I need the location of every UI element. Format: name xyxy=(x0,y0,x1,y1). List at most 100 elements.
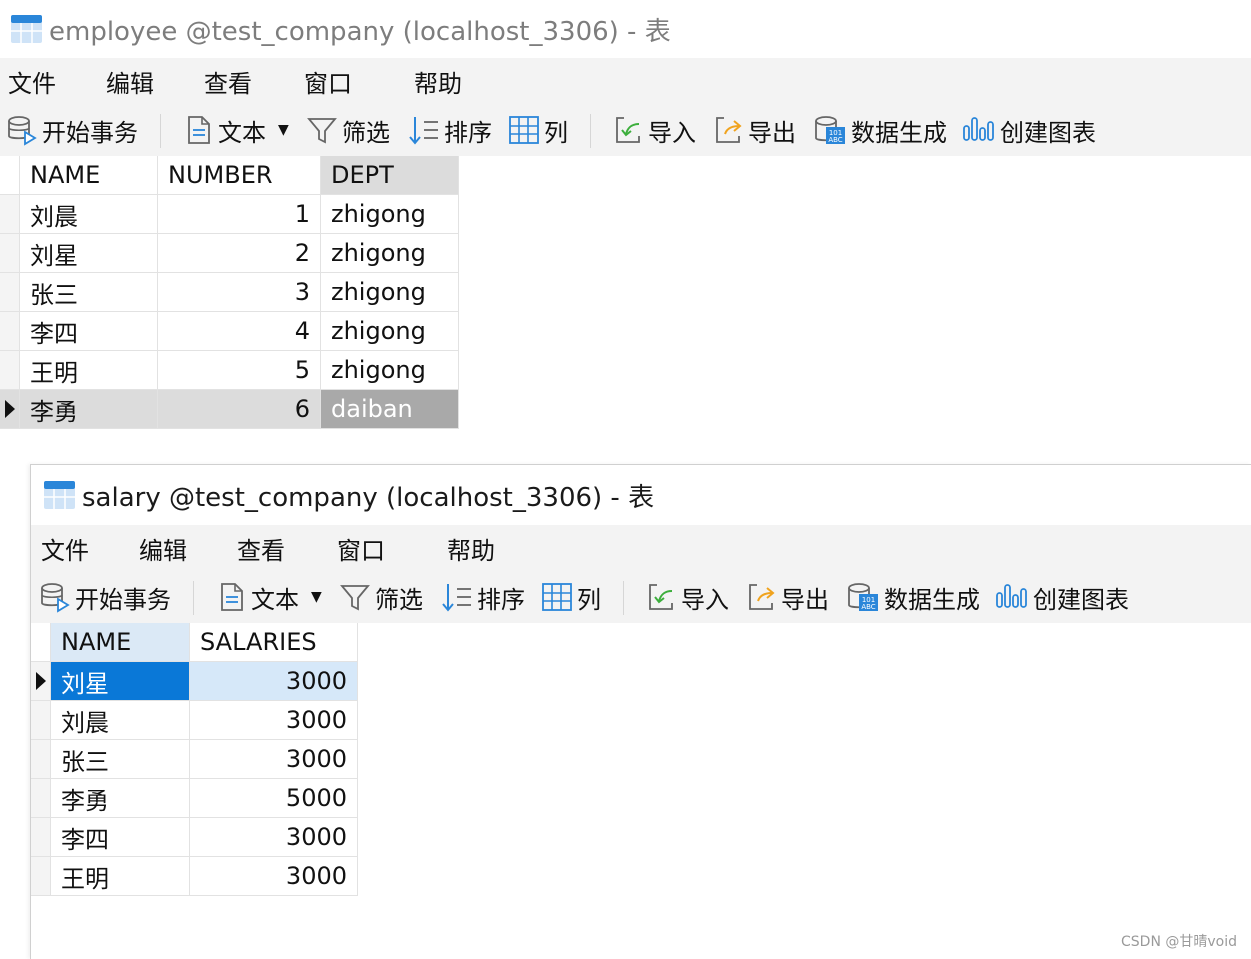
table-row[interactable]: 刘星 2 zhigong xyxy=(0,234,459,273)
export-label: 导出 xyxy=(781,585,829,614)
data-generation-button[interactable]: 101 ABC 数据生成 xyxy=(846,571,980,623)
sort-button[interactable]: 排序 xyxy=(441,571,525,623)
cell-name[interactable]: 王明 xyxy=(51,857,190,896)
cell-salary[interactable]: 3000 xyxy=(190,818,358,857)
cell-name[interactable]: 王明 xyxy=(20,351,158,390)
import-button[interactable]: 导入 xyxy=(645,571,729,623)
window-title: employee @test_company (localhost_3306) … xyxy=(49,16,671,47)
filter-label: 筛选 xyxy=(375,585,423,614)
cell-salary[interactable]: 3000 xyxy=(190,701,358,740)
filter-button[interactable]: 筛选 xyxy=(339,571,423,623)
data-generation-button[interactable]: 101 ABC 数据生成 xyxy=(813,104,947,156)
current-row-arrow-icon xyxy=(4,400,15,418)
cell-number[interactable]: 6 xyxy=(158,390,321,429)
table-row[interactable]: 李四 4 zhigong xyxy=(0,312,459,351)
row-indicator xyxy=(31,857,51,896)
row-indicator xyxy=(31,818,51,857)
column-header-name[interactable]: NAME xyxy=(20,156,158,195)
employee-table-window: employee @test_company (localhost_3306) … xyxy=(0,0,1251,440)
create-chart-button[interactable]: 创建图表 xyxy=(962,104,1096,156)
text-view-button[interactable]: 文本 ▼ xyxy=(217,571,322,623)
menu-window[interactable]: 窗口 xyxy=(337,531,385,566)
cell-name[interactable]: 刘晨 xyxy=(51,701,190,740)
data-generation-icon: 101 ABC xyxy=(815,116,845,144)
cell-salary[interactable]: 3000 xyxy=(190,857,358,896)
cell-name[interactable]: 张三 xyxy=(20,273,158,312)
text-view-button[interactable]: 文本 ▼ xyxy=(184,104,289,156)
data-generation-label: 数据生成 xyxy=(884,585,980,614)
database-transaction-icon xyxy=(41,583,70,613)
menu-help[interactable]: 帮助 xyxy=(447,531,495,566)
chevron-down-icon[interactable]: ▼ xyxy=(311,589,322,605)
cell-name[interactable]: 李勇 xyxy=(51,779,190,818)
cell-name[interactable]: 李勇 xyxy=(20,390,158,429)
columns-button[interactable]: 列 xyxy=(508,104,568,156)
import-label: 导入 xyxy=(681,585,729,614)
chevron-down-icon[interactable]: ▼ xyxy=(278,122,289,138)
table-row[interactable]: 刘晨 3000 xyxy=(31,701,358,740)
table-row[interactable]: 王明 3000 xyxy=(31,857,358,896)
cell-number[interactable]: 4 xyxy=(158,312,321,351)
database-transaction-icon xyxy=(8,116,37,146)
column-header-name[interactable]: NAME xyxy=(51,623,190,662)
create-chart-button[interactable]: 创建图表 xyxy=(995,571,1129,623)
cell-number[interactable]: 5 xyxy=(158,351,321,390)
menu-view[interactable]: 查看 xyxy=(204,64,252,99)
begin-transaction-label: 开始事务 xyxy=(42,118,138,147)
cell-number[interactable]: 1 xyxy=(158,195,321,234)
cell-name-focused[interactable]: 刘星 xyxy=(51,662,190,701)
filter-button[interactable]: 筛选 xyxy=(306,104,390,156)
cell-number[interactable]: 2 xyxy=(158,234,321,273)
cell-name[interactable]: 李四 xyxy=(51,818,190,857)
cell-dept[interactable]: zhigong xyxy=(321,195,459,234)
cell-dept[interactable]: zhigong xyxy=(321,351,459,390)
table-row[interactable]: 张三 3 zhigong xyxy=(0,273,459,312)
toolbar-divider xyxy=(590,114,591,148)
menu-file[interactable]: 文件 xyxy=(41,531,89,566)
cell-dept-focused[interactable]: daiban xyxy=(321,390,459,429)
begin-transaction-button[interactable]: 开始事务 xyxy=(39,571,171,623)
cell-number[interactable]: 3 xyxy=(158,273,321,312)
current-row-arrow-icon xyxy=(35,672,46,690)
cell-name[interactable]: 刘星 xyxy=(20,234,158,273)
toolbar: 开始事务 文本 ▼ 筛选 排序 列 导入 导出 101 ABC 数据生成 创建图… xyxy=(31,571,1251,623)
table-row[interactable]: 张三 3000 xyxy=(31,740,358,779)
cell-salary[interactable]: 5000 xyxy=(190,779,358,818)
menu-window[interactable]: 窗口 xyxy=(304,64,352,99)
table-row-selected[interactable]: 李勇 6 daiban xyxy=(0,390,459,429)
current-row-indicator xyxy=(0,390,20,429)
cell-name[interactable]: 李四 xyxy=(20,312,158,351)
cell-salary[interactable]: 3000 xyxy=(190,662,358,701)
cell-name[interactable]: 张三 xyxy=(51,740,190,779)
toolbar: 开始事务 文本 ▼ 筛选 排序 列 导入 导出 101 ABC 数据生成 创建图… xyxy=(0,104,1251,156)
sort-icon xyxy=(409,117,438,145)
table-row[interactable]: 李四 3000 xyxy=(31,818,358,857)
sort-label: 排序 xyxy=(477,585,525,614)
menu-view[interactable]: 查看 xyxy=(237,531,285,566)
grid-header-row: NAME NUMBER DEPT xyxy=(0,156,459,195)
cell-salary[interactable]: 3000 xyxy=(190,740,358,779)
cell-dept[interactable]: zhigong xyxy=(321,312,459,351)
import-button[interactable]: 导入 xyxy=(612,104,696,156)
menu-help[interactable]: 帮助 xyxy=(414,64,462,99)
columns-button[interactable]: 列 xyxy=(541,571,601,623)
menu-file[interactable]: 文件 xyxy=(8,64,56,99)
cell-dept[interactable]: zhigong xyxy=(321,234,459,273)
column-header-number[interactable]: NUMBER xyxy=(158,156,321,195)
table-row[interactable]: 王明 5 zhigong xyxy=(0,351,459,390)
cell-dept[interactable]: zhigong xyxy=(321,273,459,312)
table-row[interactable]: 李勇 5000 xyxy=(31,779,358,818)
cell-name[interactable]: 刘晨 xyxy=(20,195,158,234)
column-header-dept[interactable]: DEPT xyxy=(321,156,459,195)
begin-transaction-button[interactable]: 开始事务 xyxy=(6,104,138,156)
sort-button[interactable]: 排序 xyxy=(408,104,492,156)
chart-icon xyxy=(963,117,994,141)
table-row-selected[interactable]: 刘星 3000 xyxy=(31,662,358,701)
document-icon xyxy=(188,116,210,144)
export-button[interactable]: 导出 xyxy=(712,104,796,156)
export-button[interactable]: 导出 xyxy=(745,571,829,623)
menu-edit[interactable]: 编辑 xyxy=(139,531,187,566)
menu-edit[interactable]: 编辑 xyxy=(106,64,154,99)
table-row[interactable]: 刘晨 1 zhigong xyxy=(0,195,459,234)
column-header-salaries[interactable]: SALARIES xyxy=(190,623,358,662)
